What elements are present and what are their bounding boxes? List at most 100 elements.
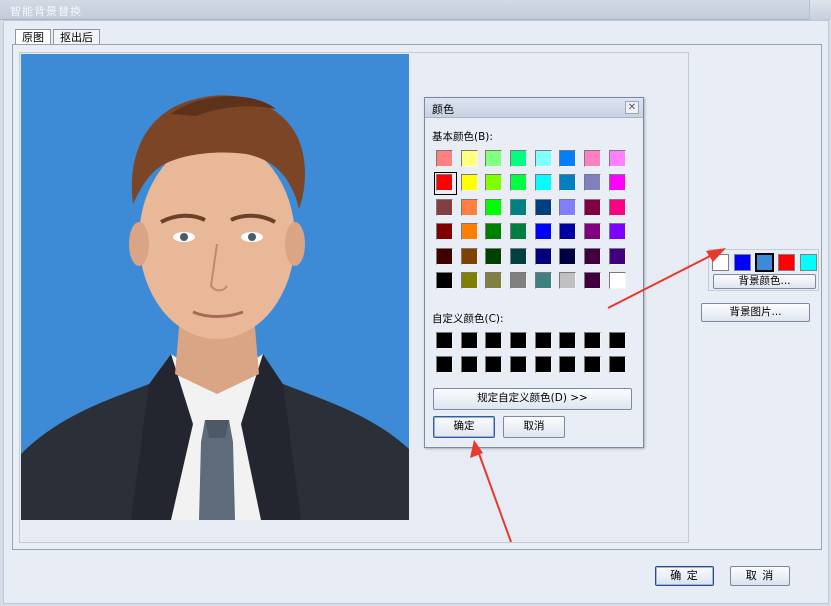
portrait-photo [21,54,409,520]
basic-color-42[interactable] [482,269,507,293]
basic-color-46[interactable] [581,269,606,293]
bg-swatch-white[interactable] [712,254,729,271]
bg-swatch-blue[interactable] [734,254,751,271]
close-icon[interactable]: ✕ [625,101,639,114]
background-image-button[interactable]: 背景图片... [701,303,810,322]
basic-color-40[interactable] [433,269,458,293]
basic-color-31[interactable] [606,220,631,244]
basic-color-swatch [436,223,453,241]
basic-color-18[interactable] [482,196,507,220]
basic-color-47[interactable] [606,269,631,293]
basic-color-24[interactable] [433,220,458,244]
basic-color-21[interactable] [556,196,581,220]
basic-color-swatch [485,150,503,167]
basic-color-7[interactable] [606,147,631,171]
basic-color-41[interactable] [458,269,483,293]
custom-color-5[interactable] [556,329,581,353]
bg-swatch-red[interactable] [778,254,795,271]
basic-color-6[interactable] [581,147,606,171]
basic-color-32[interactable] [433,245,458,269]
basic-color-26[interactable] [482,220,507,244]
basic-color-29[interactable] [556,220,581,244]
basic-color-17[interactable] [458,196,483,220]
basic-color-19[interactable] [507,196,532,220]
basic-color-38[interactable] [581,245,606,269]
basic-color-35[interactable] [507,245,532,269]
basic-color-swatch [608,150,626,167]
basic-color-11[interactable] [507,171,532,195]
basic-color-swatch [510,198,528,216]
basic-color-swatch [559,271,577,289]
basic-color-swatch [460,247,478,265]
basic-color-33[interactable] [458,245,483,269]
tab-extracted[interactable]: 抠出后 [53,29,100,45]
cancel-button[interactable]: 取 消 [730,566,790,586]
basic-color-13[interactable] [556,171,581,195]
basic-color-27[interactable] [507,220,532,244]
portrait-illustration [21,54,409,520]
tab-original[interactable]: 原图 [15,29,51,45]
custom-color-9[interactable] [458,353,483,377]
basic-color-swatch [584,247,602,265]
color-ok-button[interactable]: 确定 [433,416,495,438]
basic-color-45[interactable] [556,269,581,293]
custom-color-0[interactable] [433,329,458,353]
basic-color-14[interactable] [581,171,606,195]
custom-color-7[interactable] [606,329,631,353]
basic-color-8[interactable] [433,171,458,195]
custom-color-swatch [510,356,528,373]
basic-color-swatch [510,174,528,192]
custom-color-15[interactable] [606,353,631,377]
basic-color-swatch [460,198,478,216]
window-control-button[interactable] [809,0,831,20]
custom-color-10[interactable] [482,353,507,377]
basic-color-12[interactable] [532,171,557,195]
basic-color-0[interactable] [433,147,458,171]
color-cancel-button[interactable]: 取消 [503,416,565,438]
basic-color-swatch [608,223,626,241]
basic-color-37[interactable] [556,245,581,269]
basic-color-23[interactable] [606,196,631,220]
basic-color-5[interactable] [556,147,581,171]
custom-color-1[interactable] [458,329,483,353]
basic-color-36[interactable] [532,245,557,269]
custom-color-13[interactable] [556,353,581,377]
basic-color-swatch [559,223,577,241]
basic-color-9[interactable] [458,171,483,195]
custom-color-8[interactable] [433,353,458,377]
basic-color-22[interactable] [581,196,606,220]
custom-color-11[interactable] [507,353,532,377]
basic-color-4[interactable] [532,147,557,171]
custom-color-14[interactable] [581,353,606,377]
define-custom-colors-button[interactable]: 规定自定义颜色(D) >> [433,388,632,410]
custom-color-swatch [485,356,503,373]
custom-color-swatch [559,332,577,349]
basic-color-10[interactable] [482,171,507,195]
basic-color-30[interactable] [581,220,606,244]
basic-color-28[interactable] [532,220,557,244]
custom-color-12[interactable] [532,353,557,377]
basic-color-15[interactable] [606,171,631,195]
basic-color-34[interactable] [482,245,507,269]
basic-color-swatch [460,223,478,241]
basic-color-25[interactable] [458,220,483,244]
basic-color-16[interactable] [433,196,458,220]
basic-color-swatch [460,271,478,289]
basic-color-swatch [534,271,552,289]
basic-color-2[interactable] [482,147,507,171]
custom-color-4[interactable] [532,329,557,353]
background-color-button[interactable]: 背景颜色... [713,274,816,289]
basic-color-39[interactable] [606,245,631,269]
custom-color-6[interactable] [581,329,606,353]
custom-color-3[interactable] [507,329,532,353]
basic-color-44[interactable] [532,269,557,293]
bg-swatch-cyan[interactable] [800,254,817,271]
basic-color-swatch [534,198,552,216]
custom-color-2[interactable] [482,329,507,353]
ok-button[interactable]: 确 定 [655,566,714,586]
basic-color-43[interactable] [507,269,532,293]
basic-color-20[interactable] [532,196,557,220]
basic-color-3[interactable] [507,147,532,171]
basic-color-1[interactable] [458,147,483,171]
bg-swatch-light-blue[interactable] [755,253,774,272]
